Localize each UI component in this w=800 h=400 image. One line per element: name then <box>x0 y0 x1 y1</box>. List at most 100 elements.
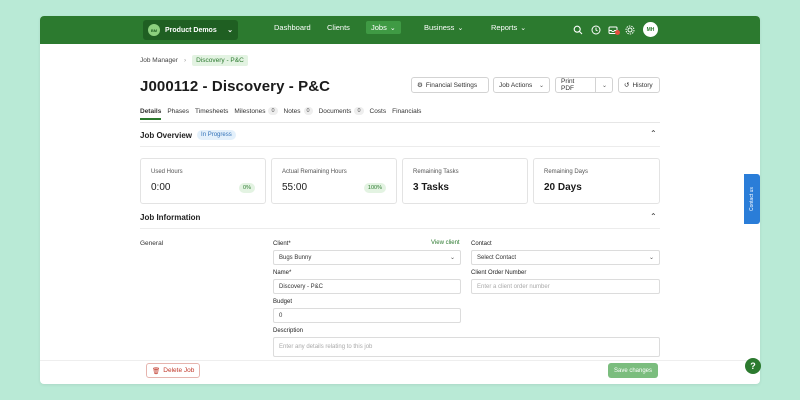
notification-badge <box>615 30 620 35</box>
org-switcher[interactable]: BM Product Demos ⌄ <box>143 20 238 40</box>
client-label: Client* <box>273 241 291 247</box>
description-field[interactable]: Enter any details relating to this job <box>273 337 660 357</box>
section-divider <box>140 228 660 229</box>
tab-costs[interactable]: Costs <box>370 107 387 120</box>
chevron-down-icon: ⌄ <box>227 27 233 34</box>
delete-job-label: Delete Job <box>163 367 195 374</box>
nav-clients-label: Clients <box>327 23 350 32</box>
history-button[interactable]: ↺ History <box>618 77 660 93</box>
chevron-up-icon[interactable]: ⌃ <box>650 212 657 221</box>
tab-label: Milestones <box>234 107 266 115</box>
nav-jobs-label: Jobs <box>371 23 387 32</box>
tab-label: Documents <box>318 107 352 115</box>
tab-timesheets[interactable]: Timesheets <box>195 107 228 120</box>
card-label: Remaining Tasks <box>413 169 459 175</box>
budget-field[interactable]: 0 <box>273 308 461 323</box>
nav-business[interactable]: Business ⌄ <box>424 23 463 32</box>
job-overview-title: Job Overview <box>140 130 193 140</box>
tab-label: Costs <box>369 107 387 115</box>
tab-milestones[interactable]: Milestones 0 <box>234 107 278 120</box>
name-label: Name* <box>273 270 292 276</box>
print-pdf-button[interactable]: Print PDF ⌄ <box>555 77 613 93</box>
chevron-down-icon: ⌄ <box>449 255 455 261</box>
breadcrumb: Job Manager › Discovery - P&C <box>140 55 248 66</box>
name-field[interactable]: Discovery - P&C <box>273 279 461 294</box>
contact-us-label: Contact us <box>749 187 755 211</box>
job-actions-button[interactable]: Job Actions ⌄ <box>493 77 550 93</box>
tab-phases[interactable]: Phases <box>167 107 189 120</box>
used-hours-card: Used Hours 0:00 0% <box>140 158 266 204</box>
card-value: 3 Tasks <box>413 182 449 193</box>
org-logo: BM <box>148 24 160 36</box>
chevron-down-icon: ⌄ <box>648 255 654 261</box>
card-percent: 100% <box>363 183 386 193</box>
financial-settings-button[interactable]: ⚙ Financial Settings <box>411 77 489 93</box>
chevron-up-icon[interactable]: ⌃ <box>650 129 657 138</box>
client-order-placeholder: Enter a client order number <box>477 283 550 290</box>
nav-clients[interactable]: Clients <box>327 23 350 32</box>
card-label: Used Hours <box>151 169 183 175</box>
tab-financials[interactable]: Financials <box>392 107 421 120</box>
card-label: Actual Remaining Hours <box>282 169 347 175</box>
budget-value: 0 <box>279 312 283 319</box>
budget-label: Budget <box>273 299 293 305</box>
section-divider <box>140 146 660 147</box>
help-button[interactable]: ? <box>745 358 761 374</box>
client-order-field[interactable]: Enter a client order number <box>471 279 660 294</box>
page-title: J000112 - Discovery - P&C <box>140 78 331 95</box>
job-actions-label: Job Actions <box>499 81 533 89</box>
tab-label: Notes <box>283 107 301 115</box>
view-client-link[interactable]: View client <box>431 240 460 246</box>
client-select[interactable]: Bugs Bunny ⌄ <box>273 250 461 265</box>
gear-icon[interactable] <box>625 25 635 35</box>
card-value: 0:00 <box>151 182 171 193</box>
contact-select[interactable]: Select Contact ⌄ <box>471 250 660 265</box>
remaining-hours-card: Actual Remaining Hours 55:00 100% <box>271 158 397 204</box>
footer-divider <box>40 360 760 361</box>
client-order-label: Client Order Number <box>471 270 527 276</box>
remaining-days-card: Remaining Days 20 Days <box>533 158 660 204</box>
clock-icon[interactable] <box>591 25 601 35</box>
remaining-tasks-card: Remaining Tasks 3 Tasks <box>402 158 528 204</box>
nav-dashboard-label: Dashboard <box>274 23 311 32</box>
chevron-down-icon: ⌄ <box>457 24 464 32</box>
search-icon[interactable] <box>573 25 583 35</box>
button-divider <box>594 77 596 93</box>
job-overview-header: Job Overview In Progress <box>140 130 236 140</box>
description-placeholder: Enter any details relating to this job <box>279 344 373 350</box>
card-label: Remaining Days <box>544 169 589 175</box>
description-label: Description <box>273 328 304 334</box>
print-pdf-label: Print PDF <box>561 78 575 92</box>
nav-dashboard[interactable]: Dashboard <box>274 23 311 32</box>
chevron-down-icon: ⌄ <box>538 82 544 89</box>
status-badge: In Progress <box>197 130 236 140</box>
tab-label: Phases <box>167 107 190 115</box>
top-nav-bar: BM Product Demos ⌄ Dashboard Clients Job… <box>40 16 760 44</box>
tab-bar: Details Phases Timesheets Milestones 0 No… <box>140 107 421 120</box>
contact-us-tab[interactable]: Contact us <box>744 174 760 224</box>
help-icon: ? <box>750 361 756 371</box>
nav-reports-label: Reports <box>491 23 518 32</box>
tab-documents[interactable]: Documents 0 <box>319 107 364 120</box>
nav-reports[interactable]: Reports ⌄ <box>491 23 526 32</box>
trash-icon: 🗑 <box>152 367 161 375</box>
tab-label: Details <box>140 107 162 115</box>
tab-notes[interactable]: Notes 0 <box>284 107 313 120</box>
tab-count: 0 <box>268 107 278 115</box>
save-changes-label: Save changes <box>613 367 653 374</box>
tab-details[interactable]: Details <box>140 107 162 120</box>
user-avatar[interactable]: MH <box>643 22 658 37</box>
gear-icon: ⚙ <box>417 82 423 89</box>
job-information-header: Job Information <box>140 213 200 222</box>
history-icon: ↺ <box>624 82 630 89</box>
org-name: Product Demos <box>165 26 217 34</box>
contact-value: Select Contact <box>477 254 517 261</box>
general-group-label: General <box>140 240 164 247</box>
save-changes-button[interactable]: Save changes <box>608 363 658 378</box>
delete-job-button[interactable]: 🗑 Delete Job <box>146 363 201 378</box>
breadcrumb-parent[interactable]: Job Manager <box>140 57 178 64</box>
nav-business-label: Business <box>424 23 455 32</box>
tabs-divider <box>140 122 660 123</box>
nav-jobs[interactable]: Jobs ⌄ <box>366 21 401 34</box>
chevron-right-icon: › <box>183 57 187 64</box>
